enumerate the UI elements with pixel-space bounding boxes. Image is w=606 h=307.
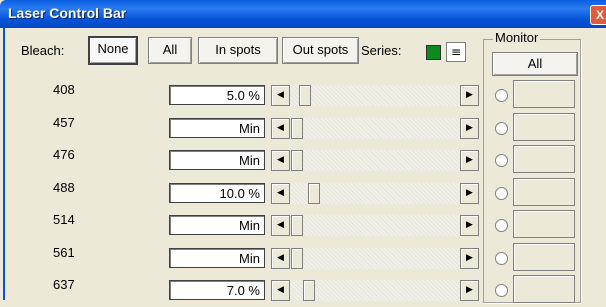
slider-thumb[interactable] (299, 85, 312, 106)
power-slider[interactable]: ◀ ▶ (271, 85, 479, 106)
series-color-swatch[interactable] (426, 45, 441, 60)
laser-row-514: 514 Min ◀ ▶ (5, 212, 485, 242)
laser-row-476: 476 Min ◀ ▶ (5, 147, 485, 177)
slider-thumb[interactable] (291, 247, 303, 269)
laser-row-457: 457 Min ◀ ▶ (5, 115, 485, 145)
monitor-radio[interactable] (495, 121, 508, 135)
monitor-radio[interactable] (495, 154, 508, 167)
slider-thumb[interactable] (302, 280, 315, 301)
bleach-in-spots-button[interactable]: In spots (198, 37, 278, 64)
slider-thumb[interactable] (307, 182, 320, 204)
monitor-value-box (513, 145, 575, 173)
slider-left-arrow-icon[interactable]: ◀ (271, 280, 290, 301)
slider-left-arrow-icon[interactable]: ◀ (271, 247, 290, 269)
list-icon[interactable]: ≡ (446, 42, 466, 62)
bleach-label: Bleach: (21, 43, 65, 58)
monitor-value-box (513, 177, 575, 206)
power-value-field[interactable]: Min (169, 150, 265, 170)
slider-left-arrow-icon[interactable]: ◀ (271, 150, 290, 171)
slider-right-arrow-icon[interactable]: ▶ (460, 247, 479, 269)
monitor-all-button[interactable]: All (492, 52, 578, 76)
slider-thumb[interactable] (291, 150, 303, 171)
power-slider[interactable]: ◀ ▶ (271, 182, 479, 204)
slider-right-arrow-icon[interactable]: ▶ (460, 117, 479, 139)
client-area: Bleach: None All In spots Out spots Seri… (3, 28, 606, 303)
power-slider[interactable]: ◀ ▶ (271, 280, 479, 301)
monitor-value-box (513, 242, 575, 271)
power-slider[interactable]: ◀ ▶ (271, 247, 479, 269)
monitor-radio[interactable] (495, 219, 508, 232)
wavelength-label: 408 (53, 82, 75, 97)
monitor-label: Monitor (493, 30, 541, 45)
monitor-radio[interactable] (495, 284, 508, 297)
wavelength-label: 514 (53, 212, 75, 227)
monitor-value-box (513, 80, 575, 108)
monitor-radio[interactable] (495, 186, 508, 200)
wavelength-label: 476 (53, 147, 75, 162)
laser-row-561: 561 Min ◀ ▶ (5, 245, 485, 275)
bleach-none-button[interactable]: None (88, 36, 138, 65)
bleach-out-spots-button[interactable]: Out spots (282, 37, 359, 64)
power-value-field[interactable]: 5.0 % (169, 85, 265, 105)
slider-thumb[interactable] (291, 117, 303, 139)
slider-left-arrow-icon[interactable]: ◀ (271, 182, 290, 204)
slider-left-arrow-icon[interactable]: ◀ (271, 85, 290, 106)
power-slider[interactable]: ◀ ▶ (271, 117, 479, 139)
laser-row-408: 408 5.0 % ◀ ▶ (5, 82, 485, 112)
wavelength-label: 457 (53, 114, 75, 130)
power-value-field[interactable]: 10.0 % (169, 182, 265, 203)
wavelength-label: 561 (53, 244, 75, 260)
power-slider[interactable]: ◀ ▶ (271, 215, 479, 236)
power-slider[interactable]: ◀ ▶ (271, 150, 479, 171)
monitor-value-box (513, 275, 575, 303)
slider-right-arrow-icon[interactable]: ▶ (460, 215, 479, 236)
slider-thumb[interactable] (291, 215, 303, 236)
monitor-radio[interactable] (495, 89, 508, 102)
laser-row-637: 637 7.0 % ◀ ▶ (5, 277, 485, 307)
wavelength-label: 488 (53, 179, 75, 195)
slider-right-arrow-icon[interactable]: ▶ (460, 280, 479, 301)
window-title: Laser Control Bar (8, 5, 127, 21)
power-value-field[interactable]: Min (169, 215, 265, 235)
slider-right-arrow-icon[interactable]: ▶ (460, 85, 479, 106)
wavelength-label: 637 (53, 277, 75, 292)
bleach-all-button[interactable]: All (148, 37, 192, 64)
slider-right-arrow-icon[interactable]: ▶ (460, 182, 479, 204)
monitor-radio[interactable] (495, 251, 508, 265)
monitor-value-box (513, 210, 575, 238)
slider-right-arrow-icon[interactable]: ▶ (460, 150, 479, 171)
title-bar: Laser Control Bar X (0, 0, 606, 28)
series-label: Series: (361, 43, 402, 58)
slider-left-arrow-icon[interactable]: ◀ (271, 117, 290, 139)
close-button[interactable]: X (590, 5, 606, 25)
power-value-field[interactable]: Min (169, 247, 265, 268)
power-value-field[interactable]: Min (169, 117, 265, 138)
slider-left-arrow-icon[interactable]: ◀ (271, 215, 290, 236)
laser-row-488: 488 10.0 % ◀ ▶ (5, 180, 485, 210)
monitor-value-box (513, 112, 575, 141)
power-value-field[interactable]: 7.0 % (169, 280, 265, 300)
